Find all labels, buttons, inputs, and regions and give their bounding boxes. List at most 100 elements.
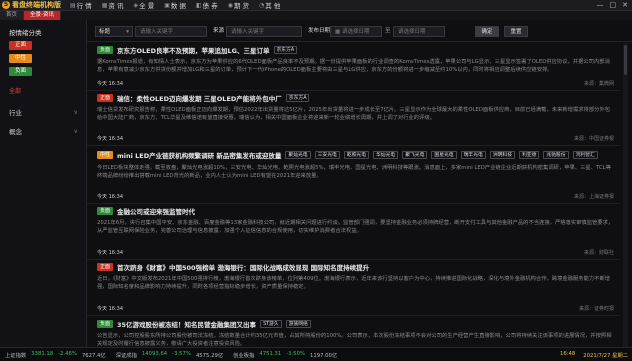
- stock-tag[interactable]: ST游久: [260, 320, 282, 328]
- index-change: -3.57%: [172, 350, 191, 357]
- sidebar-title: 按情绪分类: [9, 29, 42, 37]
- main-menu: ▤ 行 情 ▦ 资 讯 ◈ 全 景 ▣ 数 据 ◧ 债 券 ◉ 期 货 ◔ 其 他: [65, 0, 285, 11]
- news-item[interactable]: 负面 京东方OLED良率不及预期，苹果追加LG、三星订单 京东方A 据KomsT…: [87, 45, 620, 91]
- close-icon[interactable]: ✕: [622, 1, 628, 9]
- stock-tag[interactable]: 兆驰股份: [543, 151, 569, 159]
- sidebar-group-concept[interactable]: 概念 ∨: [0, 126, 86, 137]
- sentiment-badge: 中性: [97, 151, 114, 159]
- feed-scrollbar[interactable]: [623, 43, 628, 347]
- menu-label: 数 据: [170, 2, 186, 10]
- sidebar-item-all[interactable]: 全部: [0, 76, 86, 95]
- window-controls: — □ ✕: [597, 1, 632, 9]
- stock-tag[interactable]: 京东方A: [273, 46, 298, 54]
- sentiment-neutral-button[interactable]: 中性: [9, 54, 32, 63]
- end-date-input[interactable]: 请选择日期: [393, 26, 445, 37]
- news-title[interactable]: 京东方OLED良率不及预期，苹果追加LG、三星订单: [117, 45, 269, 55]
- stock-tag[interactable]: 国星光电: [431, 151, 457, 159]
- market-icon: ▤: [70, 1, 76, 9]
- menu-label: 全 景: [139, 2, 155, 10]
- news-summary: 公告显示，公司控股股东所持公司股份被司法冻结，冻结数量合计约35亿元市值，占其所…: [97, 333, 612, 347]
- sentiment-negative-button[interactable]: 负面: [9, 67, 32, 76]
- sidebar: 按情绪分类 正面 中性 负面 全部 行业 ∨ 概念 ∨: [0, 20, 87, 347]
- calendar-icon: ▦: [335, 29, 341, 35]
- menu-news[interactable]: ▦ 资 讯: [97, 0, 129, 11]
- news-item[interactable]: 负面 金融公司或迎来强监管时代 2021年6月，央行召集中国平安、京东金融、百度…: [87, 206, 620, 260]
- search-scope-select[interactable]: 标题 ▾: [95, 26, 133, 37]
- news-source: 来源：上海证券报: [573, 194, 614, 200]
- menu-data[interactable]: ▣ 数 据: [159, 0, 191, 11]
- news-header: 中性 mini LED产业链获机构频繁调研 新品密集发布或迎放量 聚灿光电 三安…: [97, 150, 598, 160]
- index-ticker-chinext[interactable]: 创业板指 4751.31 -3.50% 1197.00亿: [228, 351, 342, 359]
- news-time: 今天 16:34: [97, 194, 123, 200]
- index-name: 上证指数: [5, 352, 27, 359]
- filter-bar: 标题 ▾ 请输入关键字 来源 请输入关键字 发布日期 ▦ 请选择日期 至 请选择日…: [87, 20, 632, 42]
- source-input[interactable]: 请输入关键字: [226, 26, 302, 37]
- panorama-icon: ◈: [133, 1, 139, 9]
- news-title[interactable]: mini LED产业链获机构频繁调研 新品密集发布或迎放量: [117, 150, 281, 160]
- sentiment-positive-button[interactable]: 正面: [9, 41, 32, 50]
- status-bar: 上证指数 3381.18 -2.46% 7627.4亿 深证成指 14093.6…: [0, 347, 632, 361]
- index-change: -3.50%: [286, 350, 305, 357]
- news-time: 今天 16:34: [97, 250, 123, 256]
- index-ticker-shenzhen[interactable]: 深证成指 14093.64 -3.57% 4575.29亿: [111, 351, 228, 359]
- reset-button[interactable]: 重置: [504, 26, 528, 37]
- scrollbar-thumb[interactable]: [624, 45, 627, 75]
- index-ticker-shanghai[interactable]: 上证指数 3381.18 -2.46% 7627.4亿: [0, 351, 111, 359]
- stock-tag[interactable]: 瑞丰光电: [460, 151, 486, 159]
- keyword-input[interactable]: 请输入关键字: [135, 26, 207, 37]
- stock-tag[interactable]: 利亚德: [519, 151, 540, 159]
- menu-bonds[interactable]: ◧ 债 券: [191, 0, 223, 11]
- index-volume: 4575.29亿: [195, 352, 224, 359]
- news-title[interactable]: 35亿游戏股份被冻结！知名民营金融集团又出事: [117, 319, 256, 329]
- sidebar-group-label: 概念: [9, 128, 22, 136]
- news-summary: 近日，《财富》中文版发布2021年中国500强排行榜，渤海银行首次跻身该榜单，位…: [97, 276, 611, 290]
- news-time: 今天 16:34: [97, 81, 123, 87]
- stock-tag[interactable]: 乾照光电: [343, 151, 369, 159]
- news-item[interactable]: 中性 mini LED产业链获机构频繁调研 新品密集发布或迎放量 聚灿光电 三安…: [87, 150, 620, 204]
- tab-panorama-news[interactable]: 全景-资讯: [24, 11, 62, 20]
- index-value: 14093.64: [141, 350, 168, 357]
- clock-time: 16:48: [560, 350, 576, 357]
- data-icon: ▣: [164, 1, 170, 9]
- date-label: 发布日期: [308, 28, 331, 34]
- logo-icon: S: [2, 1, 10, 9]
- news-item[interactable]: 正面 瑞信：柔性OLED迈向爆发期 三星OLED产能将外包中厂 京东方A 瑞士信…: [87, 93, 620, 146]
- stock-tag[interactable]: 游族网络: [285, 320, 311, 328]
- maximize-icon[interactable]: □: [610, 1, 617, 9]
- news-item[interactable]: 正面 首次跻身《财富》中国500强榜单 渤海银行：国际化战略成效显现 国际知名度…: [87, 262, 620, 316]
- menu-other[interactable]: ◔ 其 他: [254, 0, 285, 11]
- news-item[interactable]: 负面 35亿游戏股份被冻结！知名民营金融集团又出事 ST游久 游族网络 公告显示…: [87, 319, 620, 347]
- app-logo: S 看盘终端机构版: [0, 0, 65, 11]
- stock-tag[interactable]: 洲明科技: [489, 151, 516, 159]
- news-header: 负面 35亿游戏股份被冻结！知名民营金融集团又出事 ST游久 游族网络: [97, 319, 311, 329]
- minimize-icon[interactable]: —: [597, 1, 604, 9]
- other-icon: ◔: [259, 1, 265, 9]
- stock-tag[interactable]: 聚灿光电: [285, 151, 311, 159]
- menu-market[interactable]: ▤ 行 情: [65, 0, 97, 11]
- futures-icon: ◉: [227, 1, 233, 9]
- status-clock: 16:48 2021/7/27 星期二: [560, 351, 632, 359]
- news-source: 来源：证券时报: [578, 306, 614, 312]
- news-title[interactable]: 首次跻身《财富》中国500强榜单 渤海银行：国际化战略成效显现 国际知名度持续提…: [117, 262, 369, 272]
- sidebar-group-industry[interactable]: 行业 ∨: [0, 107, 86, 118]
- tab-home[interactable]: 首页: [0, 11, 25, 20]
- chevron-down-icon: ∨: [73, 108, 78, 116]
- news-header: 负面 金融公司或迎来强监管时代: [97, 206, 195, 216]
- start-date-input[interactable]: ▦ 请选择日期: [330, 26, 382, 37]
- sentiment-badge: 负面: [97, 320, 114, 328]
- news-title[interactable]: 金融公司或迎来强监管时代: [117, 206, 195, 216]
- stock-tag[interactable]: 京东方A: [285, 94, 310, 102]
- stock-tag[interactable]: 华灿光电: [373, 151, 399, 159]
- news-title[interactable]: 瑞信：柔性OLED迈向爆发期 三星OLED产能将外包中厂: [117, 93, 282, 103]
- menu-futures[interactable]: ◉ 期 货: [223, 0, 254, 11]
- menu-panorama[interactable]: ◈ 全 景: [129, 0, 160, 11]
- stock-tag[interactable]: 鸿利智汇: [572, 151, 598, 159]
- news-time: 今天 16:34: [97, 136, 123, 142]
- chevron-down-icon: ∨: [73, 127, 78, 135]
- confirm-button[interactable]: 确定: [475, 26, 499, 37]
- stock-tag[interactable]: 聚飞光电: [402, 151, 428, 159]
- stock-tag[interactable]: 三安光电: [314, 151, 340, 159]
- select-value: 标题: [99, 29, 111, 35]
- menu-label: 其 他: [265, 2, 281, 10]
- source-label: 来源: [213, 28, 225, 34]
